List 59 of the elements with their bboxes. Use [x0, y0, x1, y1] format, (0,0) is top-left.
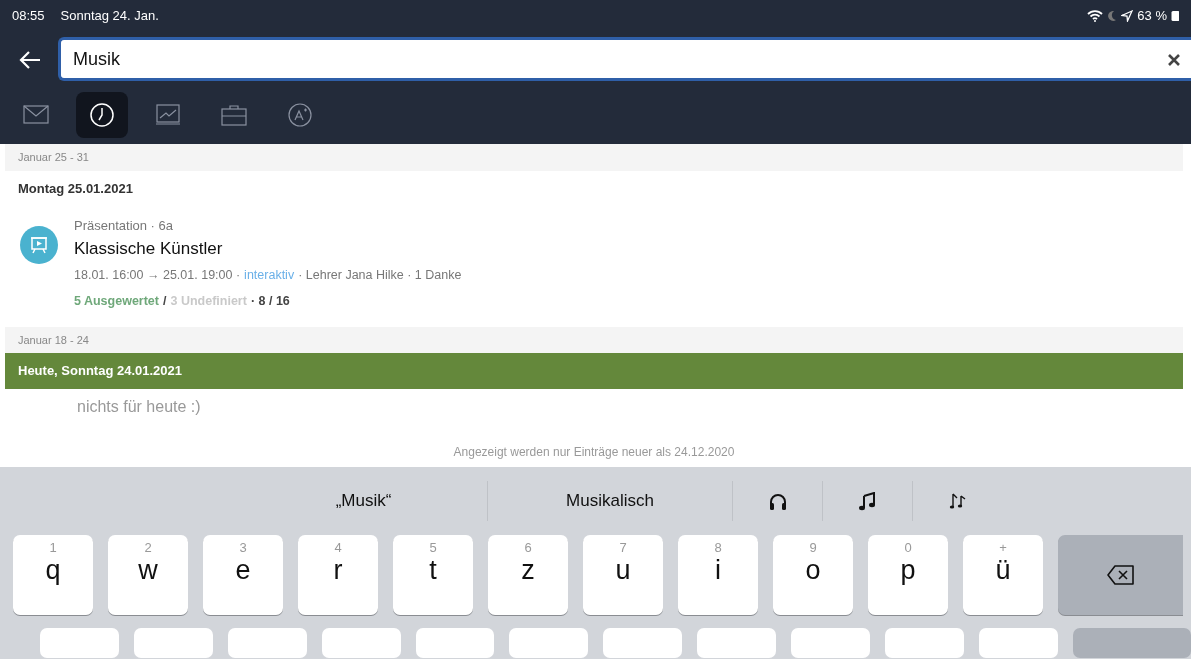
- key[interactable]: [791, 628, 870, 658]
- key[interactable]: 4 r: [298, 535, 378, 615]
- key[interactable]: [415, 628, 495, 658]
- status-date: Sonntag 24. Jan.: [60, 7, 159, 26]
- key[interactable]: [509, 628, 589, 658]
- wifi-icon: [1087, 10, 1104, 22]
- briefcase-icon: [221, 102, 247, 128]
- key[interactable]: [603, 628, 683, 658]
- key[interactable]: 0 p: [868, 535, 948, 615]
- close-icon: [1168, 53, 1180, 66]
- key[interactable]: [40, 628, 119, 658]
- projector-screen-icon: [30, 236, 48, 254]
- key[interactable]: [133, 628, 213, 658]
- key[interactable]: [884, 628, 964, 658]
- day-header: Montag 25.01.2021: [17, 179, 134, 198]
- total-count: · 8 / 16: [250, 292, 290, 310]
- footer-note: Angezeigt werden nur Einträge neuer als 24.12.2020: [452, 443, 736, 461]
- headphones-icon: [767, 491, 788, 512]
- key[interactable]: 1 q: [13, 535, 93, 615]
- key[interactable]: 5 t: [393, 535, 473, 615]
- entry-title[interactable]: Klassische Künstler: [74, 235, 462, 261]
- key[interactable]: 6 z: [488, 535, 568, 615]
- backspace-icon: [1106, 565, 1135, 585]
- status-time: 08:55: [12, 7, 45, 26]
- evaluated-count: 5 Ausgewertet: [74, 292, 159, 310]
- week-range-header: Januar 25 - 31: [5, 144, 1183, 171]
- key[interactable]: [227, 628, 307, 658]
- week-range-header: Januar 18 - 24: [5, 326, 1183, 353]
- search-box[interactable]: Musik: [58, 37, 1191, 81]
- chart-board-icon: [155, 102, 181, 128]
- detail-text: 18.01. 16:00 → 25.01. 19:00 ·: [74, 267, 241, 284]
- battery-level: 63 %: [1137, 7, 1167, 26]
- entry-category: Präsentation · 6a: [74, 217, 174, 235]
- battery-icon: [1171, 10, 1179, 22]
- tab[interactable]: [76, 92, 128, 138]
- search-input[interactable]: Musik: [71, 44, 1167, 74]
- key[interactable]: [321, 628, 401, 658]
- suggestion[interactable]: „Musik“: [335, 488, 392, 514]
- total-count: /: [163, 292, 167, 310]
- key[interactable]: 3 e: [203, 535, 283, 615]
- key[interactable]: 7 u: [583, 535, 663, 615]
- detail-text: · Lehrer Jana Hilke · 1 Danke: [298, 267, 462, 284]
- music-note-icon: [857, 491, 878, 512]
- key[interactable]: [697, 628, 776, 658]
- clock-icon: [89, 102, 115, 128]
- key[interactable]: 9 o: [773, 535, 853, 615]
- key[interactable]: [1072, 628, 1191, 658]
- location-arrow-icon: [1121, 10, 1134, 22]
- grade-circle-icon: [287, 102, 313, 128]
- suggestion[interactable]: Musikalisch: [566, 488, 654, 514]
- backspace-key[interactable]: [1058, 535, 1183, 615]
- key[interactable]: 8 i: [678, 535, 758, 615]
- back-arrow-icon: [19, 50, 41, 69]
- key[interactable]: [978, 628, 1058, 658]
- key[interactable]: 2 w: [108, 535, 188, 615]
- empty-message: nichts für heute :): [76, 396, 202, 417]
- key[interactable]: + ü: [963, 535, 1043, 615]
- moon-icon: [1107, 10, 1118, 22]
- today-header: Heute, Sonntag 24.01.2021: [5, 353, 1183, 389]
